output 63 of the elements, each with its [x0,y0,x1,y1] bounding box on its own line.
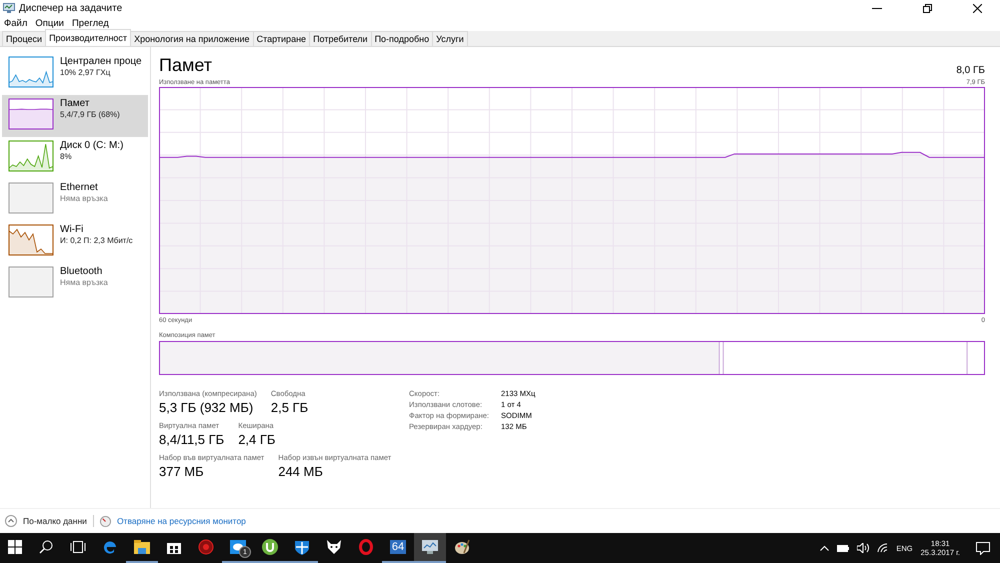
palette-icon[interactable] [454,539,470,555]
tab[interactable]: Услуги [432,31,468,46]
wifi-icon[interactable] [877,543,888,553]
chat-bubble-icon[interactable] [230,540,246,554]
task-view-icon [70,541,86,553]
stat-value: 5,3 ГБ (932 МБ) [159,400,254,415]
fewer-details-link[interactable]: По-малко данни [23,516,87,526]
ring-icon[interactable] [359,539,373,555]
stat-value: 2,5 ГБ [270,400,308,415]
resource-detail: 5,4/7,9 ГБ (68%) [60,110,120,119]
resource-name: Wi-Fi [60,224,84,235]
resource-detail: Няма връзка [60,194,108,203]
resource-item[interactable]: Памет 5,4/7,9 ГБ (68%) [2,95,148,137]
collapse-icon[interactable] [5,515,17,527]
resource-item[interactable]: Ethernet Няма връзка [2,179,148,221]
resource-detail: Няма връзка [60,278,108,287]
close-icon [972,4,982,12]
menu-item[interactable]: Файл [4,18,28,28]
monitor-icon[interactable] [422,540,438,554]
menu-item[interactable]: Опции [35,18,64,28]
resource-name: Ethernet [60,182,99,193]
restore-icon [922,4,932,12]
resource-detail: 8% [60,152,73,161]
resource-detail: И: 0,2 П: 2,3 Мбит/с [60,236,133,245]
total-memory: 8,0 ГБ [956,65,985,76]
taskbar-app[interactable] [414,533,446,563]
chevron-up-icon[interactable] [820,545,830,551]
resource-item[interactable]: Wi-Fi И: 0,2 П: 2,3 Мбит/с [2,221,148,263]
app-number: 64 [390,540,406,554]
stat-value: 8,4/11,5 ГБ [159,432,224,447]
stat-value: 377 МБ [159,464,205,479]
resource-item[interactable]: Диск 0 (C: M:) 8% [2,137,148,179]
speaker-icon[interactable] [857,543,870,553]
tab[interactable]: Процеси [2,31,46,46]
section-title: Памет [159,55,212,76]
resource-item[interactable]: Централен проце 10% 2,97 ГХц [2,53,148,95]
resource-name: Bluetooth [60,266,104,277]
window-title: Диспечер на задачите [19,2,124,14]
notifications-icon[interactable] [976,542,990,554]
gauge-icon [100,516,111,526]
search-icon [39,540,53,554]
app-icon [3,3,15,13]
folder-icon[interactable] [134,540,150,554]
tab[interactable]: Хронология на приложение [130,31,254,46]
stat-value: 244 МБ [278,464,324,479]
torrent-icon[interactable] [262,539,278,555]
tab[interactable]: По-подробно [370,31,434,46]
resource-monitor-link[interactable]: Отваряне на ресурсния монитор [116,516,246,526]
battery-icon[interactable] [837,544,850,552]
tab[interactable]: Производителност [45,29,132,46]
tab[interactable]: Потребители [309,31,372,46]
resource-name: Диск 0 (C: M:) [60,140,124,151]
resource-name: Централен проце [60,56,142,67]
browser-icon[interactable] [102,539,118,555]
fox-icon[interactable] [326,539,342,555]
resource-detail: 10% 2,97 ГХц [60,68,112,77]
shield-icon[interactable] [294,539,310,555]
menu-item[interactable]: Преглед [72,18,109,28]
stat-value: 2,4 ГБ [238,432,276,447]
windows-icon [8,540,22,554]
resource-name: Памет [60,98,90,109]
resource-item[interactable]: Bluetooth Няма връзка [2,263,148,305]
tab[interactable]: Стартиране [252,31,310,46]
